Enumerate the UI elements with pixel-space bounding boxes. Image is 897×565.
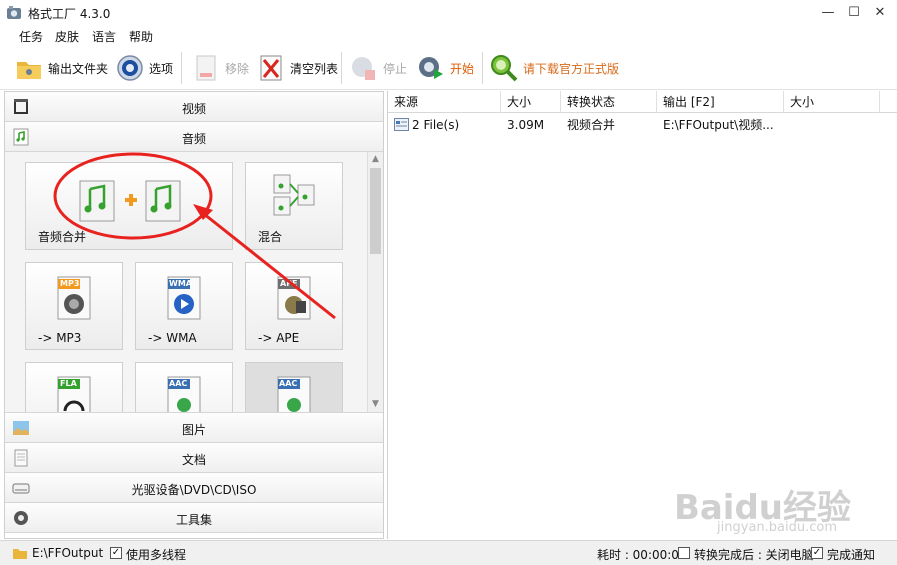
elapsed-time: 耗时 : 00:00:00 bbox=[597, 548, 687, 562]
multithread-label: 使用多线程 bbox=[126, 548, 187, 562]
cell-size: 3.09M bbox=[507, 118, 545, 132]
output-path-link[interactable]: E:\FFOutput bbox=[32, 546, 103, 560]
stop-button[interactable]: 停止 bbox=[349, 50, 407, 86]
red-annotation-overlay bbox=[53, 152, 336, 320]
clear-list-label: 清空列表 bbox=[290, 61, 339, 76]
status-bar: E:\FFOutput ✓ 使用多线程 耗时 : 00:00:00 转换完成后 … bbox=[0, 540, 897, 565]
col-status[interactable]: 转换状态 bbox=[561, 91, 657, 113]
col-source[interactable]: 来源 bbox=[388, 91, 501, 113]
start-icon bbox=[419, 57, 443, 79]
scroll-thumb[interactable] bbox=[370, 168, 381, 254]
app-window: 格式工厂 4.3.0 — ☐ ✕ 任务 皮肤 语言 帮助 输出文件夹 选项 移除… bbox=[0, 0, 897, 565]
output-folder-label: 输出文件夹 bbox=[48, 61, 109, 76]
menu-bar: 任务 皮肤 语言 帮助 bbox=[0, 26, 897, 46]
toolbar-separator bbox=[341, 52, 342, 84]
category-picture-label: 图片 bbox=[181, 423, 206, 437]
toolbar: 输出文件夹 选项 移除 清空列表 停止 开始 请下载官方正式版 bbox=[0, 46, 897, 90]
remove-document-icon bbox=[196, 55, 216, 81]
table-row[interactable]: 2 File(s) 3.09M 视频合并 E:\FFOutput\视频... bbox=[388, 114, 897, 136]
start-button[interactable]: 开始 bbox=[416, 50, 474, 86]
stop-label: 停止 bbox=[383, 61, 408, 76]
notify-label: 完成通知 bbox=[827, 548, 876, 562]
category-audio[interactable]: 音频 bbox=[5, 122, 383, 152]
clear-list-icon bbox=[260, 55, 282, 81]
notify-checkbox[interactable]: ✓ bbox=[811, 547, 823, 559]
minimize-button[interactable]: — bbox=[815, 3, 841, 23]
col-size[interactable]: 大小 bbox=[501, 91, 561, 113]
clear-list-button[interactable]: 清空列表 bbox=[256, 50, 338, 86]
menu-language[interactable]: 语言 bbox=[92, 28, 116, 45]
download-search-icon bbox=[491, 55, 518, 82]
maximize-button[interactable]: ☐ bbox=[841, 3, 867, 23]
category-tools[interactable]: 工具集 bbox=[5, 503, 383, 533]
toolbar-separator bbox=[181, 52, 182, 84]
output-folder-status-icon bbox=[13, 549, 27, 559]
download-label: 请下载官方正式版 bbox=[523, 61, 620, 76]
remove-button[interactable]: 移除 bbox=[191, 50, 249, 86]
remove-label: 移除 bbox=[225, 61, 250, 76]
scroll-up-arrow-icon[interactable]: ▲ bbox=[370, 154, 381, 166]
category-document[interactable]: 文档 bbox=[5, 443, 383, 473]
watermark-url: jingyan.baidu.com bbox=[717, 520, 837, 535]
options-label: 选项 bbox=[149, 61, 174, 76]
cell-output: E:\FFOutput\视频... bbox=[663, 118, 774, 132]
stop-icon bbox=[352, 57, 375, 80]
options-gear-icon bbox=[117, 55, 143, 81]
output-folder-button[interactable]: 输出文件夹 bbox=[14, 50, 108, 86]
cell-status: 视频合并 bbox=[567, 118, 616, 132]
cell-source: 2 File(s) bbox=[412, 118, 460, 132]
audio-format-grid: 音频合并 混合 MP3 -> MP3 WMA -> WMA APE -> APE… bbox=[5, 152, 383, 413]
category-video[interactable]: 视频 bbox=[5, 92, 383, 122]
title-bar: 格式工厂 4.3.0 — ☐ ✕ bbox=[0, 0, 897, 26]
col-output[interactable]: 输出 [F2] bbox=[657, 91, 784, 113]
toolbar-separator bbox=[482, 52, 483, 84]
menu-tasks[interactable]: 任务 bbox=[19, 28, 43, 45]
start-label: 开始 bbox=[450, 61, 475, 76]
category-picture[interactable]: 图片 bbox=[5, 413, 383, 443]
app-logo-icon bbox=[7, 6, 21, 19]
menu-help[interactable]: 帮助 bbox=[129, 28, 153, 45]
col-output-size[interactable]: 大小 bbox=[784, 91, 880, 113]
menu-skin[interactable]: 皮肤 bbox=[55, 28, 79, 45]
window-title: 格式工厂 4.3.0 bbox=[28, 7, 111, 21]
grid-scrollbar[interactable]: ▲ ▼ bbox=[367, 152, 383, 412]
category-panel: 视频 音频 音频合并 混合 MP3 -> MP3 WMA -> WMA APE … bbox=[4, 91, 384, 539]
cell-output-size bbox=[784, 114, 880, 136]
category-video-label: 视频 bbox=[181, 102, 206, 116]
close-button[interactable]: ✕ bbox=[867, 3, 893, 23]
category-audio-label: 音频 bbox=[181, 132, 206, 146]
folder-icon bbox=[17, 62, 41, 79]
category-disc-label: 光驱设备\DVD\CD\ISO bbox=[131, 483, 257, 497]
scroll-down-arrow-icon[interactable]: ▼ bbox=[370, 399, 381, 411]
task-list: 来源 大小 转换状态 输出 [F2] 大小 2 File(s) 3.09M 视频… bbox=[387, 91, 897, 539]
after-done-label: 转换完成后 : 关闭电脑 bbox=[694, 548, 814, 562]
category-disc[interactable]: 光驱设备\DVD\CD\ISO bbox=[5, 473, 383, 503]
after-done-checkbox[interactable] bbox=[678, 547, 690, 559]
options-button[interactable]: 选项 bbox=[115, 50, 173, 86]
category-document-label: 文档 bbox=[181, 453, 206, 467]
download-official-link[interactable]: 请下载官方正式版 bbox=[489, 50, 619, 86]
category-tools-label: 工具集 bbox=[175, 513, 212, 527]
multithread-checkbox[interactable]: ✓ bbox=[110, 547, 122, 559]
task-list-header: 来源 大小 转换状态 输出 [F2] 大小 bbox=[388, 91, 897, 113]
